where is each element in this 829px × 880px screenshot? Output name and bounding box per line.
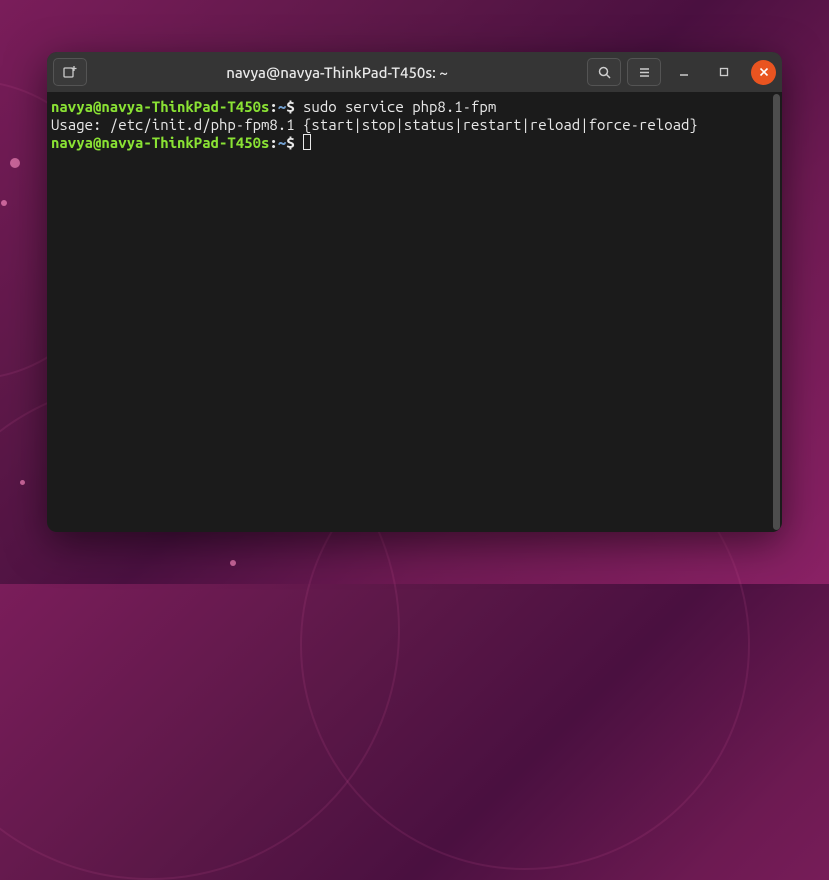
wallpaper-decoration — [10, 158, 20, 168]
prompt-path: ~ — [278, 98, 286, 115]
terminal-body[interactable]: navya@navya-ThinkPad-T450s:~$ sudo servi… — [47, 92, 782, 532]
maximize-icon — [718, 66, 730, 78]
close-icon — [759, 67, 769, 77]
prompt-user-host: navya@navya-ThinkPad-T450s — [51, 98, 269, 115]
prompt-separator: : — [269, 98, 277, 115]
wallpaper-decoration — [230, 560, 236, 566]
prompt-user-host: navya@navya-ThinkPad-T450s — [51, 134, 269, 151]
prompt-separator: : — [269, 134, 277, 151]
prompt-symbol: $ — [286, 134, 294, 151]
titlebar[interactable]: navya@navya-ThinkPad-T450s: ~ — [47, 52, 782, 92]
close-button[interactable] — [751, 60, 776, 85]
cursor — [303, 134, 311, 150]
wallpaper-decoration — [1, 200, 7, 206]
minimize-icon — [678, 66, 690, 78]
wallpaper-decoration — [20, 480, 25, 485]
new-tab-button[interactable] — [53, 58, 87, 86]
prompt-symbol: $ — [286, 98, 294, 115]
maximize-button[interactable] — [707, 58, 741, 86]
minimize-button[interactable] — [667, 58, 701, 86]
terminal-window: navya@navya-ThinkPad-T450s: ~ — [47, 52, 782, 532]
menu-button[interactable] — [627, 58, 661, 86]
window-title: navya@navya-ThinkPad-T450s: ~ — [91, 64, 583, 81]
scrollbar-thumb[interactable] — [773, 94, 780, 530]
search-button[interactable] — [587, 58, 621, 86]
prompt-path: ~ — [278, 134, 286, 151]
command-text: sudo service php8.1-fpm — [303, 98, 496, 115]
search-icon — [597, 65, 612, 80]
new-tab-icon — [62, 64, 78, 80]
hamburger-icon — [637, 65, 652, 80]
output-text: Usage: /etc/init.d/php-fpm8.1 {start|sto… — [51, 116, 698, 133]
scrollbar[interactable] — [772, 92, 782, 532]
